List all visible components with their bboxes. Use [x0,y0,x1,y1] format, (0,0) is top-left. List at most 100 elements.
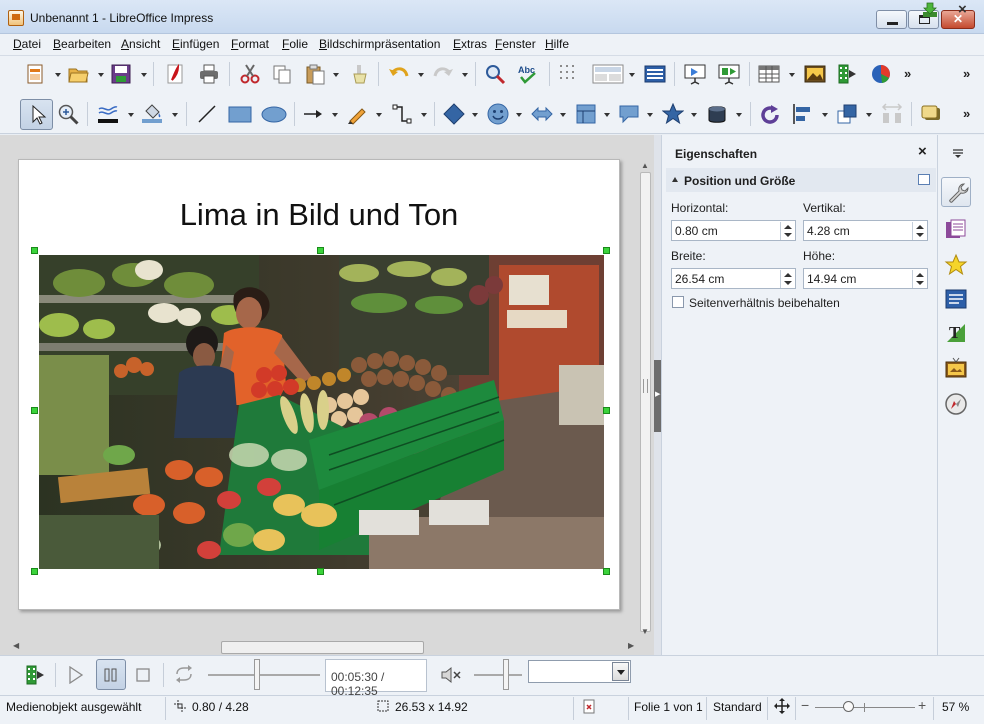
master-slides-icon[interactable] [944,218,968,242]
horizontal-scroll-thumb[interactable] [221,641,424,654]
start-from-current-icon[interactable] [718,63,740,85]
chart-icon[interactable] [870,63,892,85]
width-field[interactable]: 26.54 cm [671,268,796,289]
curve-dropdown-icon[interactable] [376,113,383,117]
connector-icon[interactable] [391,103,413,125]
spin-down-icon[interactable] [780,231,794,240]
vertical-position-field[interactable]: 4.28 cm [803,220,928,241]
3d-objects-dropdown-icon[interactable] [736,113,743,117]
distribute-icon[interactable] [881,103,903,125]
minimize-button[interactable] [876,10,907,29]
media-zoom-dropdown-icon[interactable] [612,662,629,681]
menu-folie[interactable]: Folie [282,37,308,51]
selection-handle-bottom[interactable] [317,568,324,575]
menu-einfuegen[interactable]: Einfügen [172,37,219,51]
horizontal-position-field[interactable]: 0.80 cm [671,220,796,241]
zoom-slider-track[interactable] [815,707,915,708]
new-document-icon[interactable] [24,63,46,85]
selection-handle-top-left[interactable] [31,247,38,254]
rectangle-tool-icon[interactable] [228,106,252,123]
display-views-icon[interactable] [644,63,666,85]
redo-icon[interactable] [432,63,454,85]
callouts-icon[interactable] [618,103,640,125]
menu-extras[interactable]: Extras [453,37,487,51]
start-slideshow-icon[interactable] [684,63,706,85]
cut-icon[interactable] [239,63,261,85]
new-dropdown-icon[interactable] [55,73,62,77]
pause-button[interactable] [96,659,126,690]
redo-dropdown-icon[interactable] [462,73,469,77]
copy-icon[interactable] [271,63,293,85]
selection-handle-top-right[interactable] [603,247,610,254]
custom-animation-icon[interactable] [944,253,968,277]
scroll-left-icon[interactable]: ◀ [13,641,19,650]
arrow-dropdown-icon[interactable] [332,113,339,117]
spelling-icon[interactable]: Abc [517,63,539,85]
sidebar-menu-icon[interactable] [951,146,965,160]
deck-properties-button[interactable] [941,177,971,207]
ellipse-tool-icon[interactable] [261,106,287,123]
symbol-shapes-icon[interactable] [487,103,509,125]
position-slider-track[interactable] [208,674,320,676]
section-expand-icon[interactable] [672,177,678,182]
media-object-video-frame[interactable] [39,255,604,569]
document-modified-icon[interactable] [582,699,596,714]
volume-slider-knob[interactable] [503,659,509,690]
selection-handle-right[interactable] [603,407,610,414]
save-dropdown-icon[interactable] [141,73,148,77]
fill-color-dropdown-icon[interactable] [172,113,179,117]
callouts-dropdown-icon[interactable] [647,113,654,117]
mute-speaker-icon[interactable] [440,666,462,684]
spin-up-icon[interactable] [780,270,794,279]
fill-color-icon[interactable] [141,103,163,125]
fit-slide-icon[interactable] [774,698,790,714]
spin-down-icon[interactable] [780,279,794,288]
scroll-up-icon[interactable]: ▲ [641,161,649,170]
basic-shapes-dropdown-icon[interactable] [472,113,479,117]
navigator-icon[interactable] [944,392,968,416]
menu-bildschirmpraesentation[interactable]: Bildschirmpräsentation [319,37,440,51]
insert-media-icon[interactable] [837,63,859,85]
more-options-icon[interactable] [918,174,930,185]
save-icon[interactable] [110,63,132,85]
selection-handle-top[interactable] [317,247,324,254]
find-replace-icon[interactable] [484,63,506,85]
zoom-pan-icon[interactable] [57,103,79,125]
arrange-icon[interactable] [836,103,858,125]
menu-ansicht[interactable]: Ansicht [121,37,160,51]
styles-formatting-icon[interactable]: T [944,321,968,345]
menu-fenster[interactable]: Fenster [495,37,536,51]
arrange-dropdown-icon[interactable] [866,113,873,117]
menu-format[interactable]: Format [231,37,269,51]
stars-dropdown-icon[interactable] [691,113,698,117]
selection-handle-bottom-left[interactable] [31,568,38,575]
line-tool-icon[interactable] [196,103,218,125]
curve-freeform-icon[interactable] [346,103,368,125]
keep-ratio-checkbox[interactable] [672,296,684,308]
table-icon[interactable] [758,63,780,85]
basic-shapes-icon[interactable] [443,103,465,125]
slide-layout-icon[interactable] [592,63,624,85]
connector-dropdown-icon[interactable] [421,113,428,117]
menu-bearbeiten[interactable]: Bearbeiten [53,37,111,51]
line-color-icon[interactable] [97,103,119,125]
align-objects-icon[interactable] [792,103,814,125]
spin-up-icon[interactable] [912,270,926,279]
slide-transition-icon[interactable] [944,287,968,311]
symbol-shapes-dropdown-icon[interactable] [516,113,523,117]
print-icon[interactable] [198,63,220,85]
undo-dropdown-icon[interactable] [418,73,425,77]
close-document-button[interactable]: × [958,1,967,18]
zoom-in-button[interactable]: + [918,697,926,713]
flowchart-dropdown-icon[interactable] [604,113,611,117]
insert-media-icon[interactable] [25,664,47,686]
selection-handle-bottom-right[interactable] [603,568,610,575]
rotate-icon[interactable] [759,104,781,126]
clone-formatting-icon[interactable] [349,63,371,85]
table-dropdown-icon[interactable] [789,73,796,77]
toolbar2-more-button[interactable]: » [963,106,970,121]
repeat-icon[interactable] [174,665,194,683]
zoom-out-button[interactable]: − [801,697,809,713]
arrow-line-icon[interactable] [302,103,324,125]
update-download-icon[interactable] [922,2,938,18]
